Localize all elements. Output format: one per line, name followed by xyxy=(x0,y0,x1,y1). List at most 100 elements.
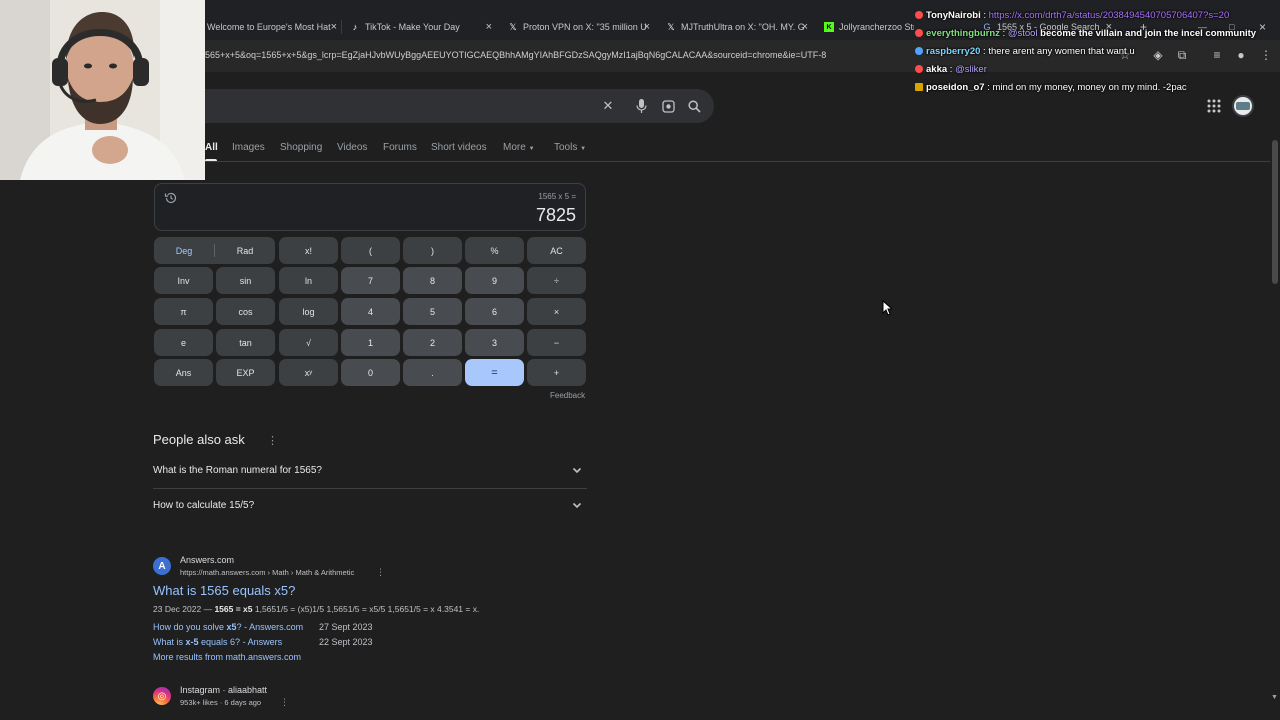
clear-search-icon[interactable]: ✕ xyxy=(600,98,616,114)
left-paren-key[interactable]: ( xyxy=(341,237,400,264)
voice-search-icon[interactable] xyxy=(633,98,649,114)
paa-question[interactable]: How to calculate 15/5? xyxy=(153,500,587,511)
percent-key[interactable]: % xyxy=(465,237,524,264)
scrollbar-thumb[interactable] xyxy=(1272,140,1278,284)
browser-tab[interactable]: ♪ TikTok - Make Your Day × xyxy=(350,17,492,37)
chat-badge-icon xyxy=(915,65,923,73)
close-tab-icon[interactable]: × xyxy=(802,21,808,33)
result-options-icon[interactable]: ⋮ xyxy=(280,697,289,708)
sub-link-bold: x5 xyxy=(226,622,237,632)
chat-mention[interactable]: @sliker xyxy=(955,64,987,75)
close-tab-icon[interactable]: × xyxy=(331,21,337,33)
power-key[interactable]: xʸ xyxy=(279,359,338,386)
sub-result-link[interactable]: What is x-5 equals 6? - Answers xyxy=(153,637,282,647)
search-box[interactable]: ✕ xyxy=(150,89,714,123)
decimal-key[interactable]: . xyxy=(403,359,462,386)
digit-4-key[interactable]: 4 xyxy=(341,298,400,325)
result-site-name[interactable]: Instagram · aliaabhatt xyxy=(180,685,267,695)
digit-5-key[interactable]: 5 xyxy=(403,298,462,325)
lens-search-icon[interactable] xyxy=(660,98,676,114)
history-icon[interactable] xyxy=(164,191,178,205)
deg-label[interactable]: Deg xyxy=(154,246,214,256)
browser-tab[interactable]: 𝕏 MJTruthUltra on X: "OH. MY. G × xyxy=(666,17,808,37)
result-site-name[interactable]: Answers.com xyxy=(180,555,234,565)
chat-username[interactable]: raspberry20 xyxy=(926,46,980,57)
exp-key[interactable]: EXP xyxy=(216,359,275,386)
digit-0-key[interactable]: 0 xyxy=(341,359,400,386)
tab-forums[interactable]: Forums xyxy=(383,142,417,153)
browser-tab[interactable]: Welcome to Europe's Most Hat × xyxy=(207,17,337,37)
feedback-link[interactable]: Feedback xyxy=(550,391,585,400)
sin-key[interactable]: sin xyxy=(216,267,275,294)
plus-key[interactable]: + xyxy=(527,359,586,386)
google-apps-icon[interactable] xyxy=(1206,98,1222,114)
result-options-icon[interactable]: ⋮ xyxy=(376,567,385,578)
log-key[interactable]: log xyxy=(279,298,338,325)
chat-text: there arent any women that want u xyxy=(988,46,1135,57)
browser-tab[interactable]: K Jollyrancherzoo Stream - Watc xyxy=(824,17,914,37)
tab-shopping[interactable]: Shopping xyxy=(280,142,322,153)
scroll-down-arrow-icon[interactable]: ▼ xyxy=(1271,694,1278,701)
multiply-key[interactable]: × xyxy=(527,298,586,325)
equals-key[interactable]: = xyxy=(465,359,524,386)
chat-message: raspberry20 : there arent any women that… xyxy=(915,46,1135,57)
digit-3-key[interactable]: 3 xyxy=(465,329,524,356)
tab-all[interactable]: All xyxy=(205,142,218,153)
all-clear-key[interactable]: AC xyxy=(527,237,586,264)
instagram-favicon-icon: ◎ xyxy=(153,687,171,705)
inverse-key[interactable]: Inv xyxy=(154,267,213,294)
digit-7-key[interactable]: 7 xyxy=(341,267,400,294)
ln-key[interactable]: ln xyxy=(279,267,338,294)
more-results-link[interactable]: More results from math.answers.com xyxy=(153,652,301,662)
deg-rad-toggle[interactable]: Deg Rad xyxy=(154,237,275,264)
answer-key[interactable]: Ans xyxy=(154,359,213,386)
tab-videos[interactable]: Videos xyxy=(337,142,367,153)
result-title-link[interactable]: What is 1565 equals x5? xyxy=(153,583,295,598)
tan-key[interactable]: tan xyxy=(216,329,275,356)
divide-key[interactable]: ÷ xyxy=(527,267,586,294)
tab-short-videos[interactable]: Short videos xyxy=(431,142,487,153)
minus-key[interactable]: − xyxy=(527,329,586,356)
chat-username[interactable]: TonyNairobi xyxy=(926,10,981,21)
chat-username[interactable]: everythingburnz xyxy=(926,28,1000,39)
digit-2-key[interactable]: 2 xyxy=(403,329,462,356)
paa-question[interactable]: What is the Roman numeral for 1565? xyxy=(153,465,587,476)
paa-question-text: What is the Roman numeral for 1565? xyxy=(153,465,322,476)
right-paren-key[interactable]: ) xyxy=(403,237,462,264)
digit-1-key[interactable]: 1 xyxy=(341,329,400,356)
tiktok-icon: ♪ xyxy=(352,22,358,32)
address-bar[interactable]: 565+x+5&oq=1565+x+5&gs_lcrp=EgZjaHJvbWUy… xyxy=(205,50,826,60)
paa-question-text: How to calculate 15/5? xyxy=(153,500,255,511)
divider xyxy=(153,488,587,489)
browser-tab[interactable]: 𝕏 Proton VPN on X: "35 million U × xyxy=(508,17,650,37)
close-tab-icon[interactable]: × xyxy=(644,21,650,33)
tab-images[interactable]: Images xyxy=(232,142,265,153)
e-key[interactable]: e xyxy=(154,329,213,356)
result-date: 23 Dec 2022 xyxy=(153,604,202,614)
more-options-icon[interactable]: ⋮ xyxy=(267,434,278,447)
tab-more[interactable]: More ▼ xyxy=(503,142,535,153)
result-url[interactable]: https://math.answers.com › Math › Math &… xyxy=(180,568,354,577)
chat-badge-icon xyxy=(915,29,923,37)
chat-username[interactable]: poseidon_o7 xyxy=(926,82,985,93)
chat-separator: : xyxy=(984,82,993,93)
chat-message: TonyNairobi : https://x.com/drth7a/statu… xyxy=(915,10,1229,21)
chat-link[interactable]: https://x.com/drth7a/status/203849454070… xyxy=(989,10,1230,21)
rad-label[interactable]: Rad xyxy=(215,246,275,256)
chevron-down-icon xyxy=(572,467,582,474)
close-tab-icon[interactable]: × xyxy=(486,21,492,33)
digit-8-key[interactable]: 8 xyxy=(403,267,462,294)
chat-separator: : xyxy=(999,28,1008,39)
sqrt-key[interactable]: √ xyxy=(279,329,338,356)
cos-key[interactable]: cos xyxy=(216,298,275,325)
chat-username[interactable]: akka xyxy=(926,64,947,75)
account-avatar[interactable] xyxy=(1232,95,1254,117)
chat-mention[interactable]: @stool xyxy=(1008,28,1038,39)
tab-tools[interactable]: Tools ▼ xyxy=(554,142,586,153)
digit-6-key[interactable]: 6 xyxy=(465,298,524,325)
digit-9-key[interactable]: 9 xyxy=(465,267,524,294)
pi-key[interactable]: π xyxy=(154,298,213,325)
sub-result-link[interactable]: How do you solve x5? - Answers.com xyxy=(153,622,303,632)
search-icon[interactable] xyxy=(686,98,702,114)
factorial-key[interactable]: x! xyxy=(279,237,338,264)
